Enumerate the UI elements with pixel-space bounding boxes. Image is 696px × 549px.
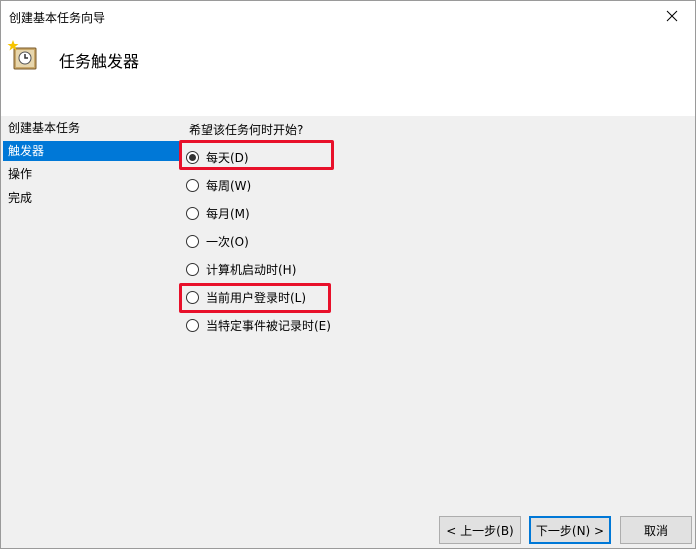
- wizard-window: 创建基本任务向导 任务触发器 创建基本任务 触发器 操作 完成 希望该任务何时开…: [0, 0, 696, 549]
- radio-label: 每月(M): [206, 206, 250, 221]
- close-button[interactable]: [649, 1, 695, 31]
- title-bar: 创建基本任务向导: [1, 1, 695, 31]
- radio-circle: [186, 234, 199, 248]
- radio-label: 一次(O): [206, 234, 249, 249]
- question-label: 希望该任务何时开始?: [189, 123, 304, 137]
- radio-daily[interactable]: 每天(D): [186, 148, 249, 166]
- radio-label: 计算机启动时(H): [206, 262, 297, 277]
- radio-startup[interactable]: 计算机启动时(H): [186, 260, 296, 278]
- radio-label: 每周(W): [206, 178, 252, 193]
- radio-logon[interactable]: 当前用户登录时(L): [186, 288, 306, 306]
- sidebar-item-action[interactable]: 操作: [3, 164, 179, 184]
- next-button[interactable]: 下一步(N) >: [529, 516, 611, 544]
- radio-event[interactable]: 当特定事件被记录时(E): [186, 316, 331, 334]
- button-bar: < 上一步(B) 下一步(N) > 取消: [1, 506, 695, 548]
- radio-circle: [186, 262, 199, 276]
- wizard-header: 任务触发器: [1, 31, 695, 116]
- back-button[interactable]: < 上一步(B): [439, 516, 521, 544]
- close-icon: [666, 10, 678, 22]
- radio-monthly[interactable]: 每月(M): [186, 204, 250, 222]
- sidebar-item-trigger[interactable]: 触发器: [3, 141, 179, 161]
- radio-circle: [186, 318, 199, 332]
- radio-circle: [186, 206, 199, 220]
- radio-label: 当前用户登录时(L): [206, 290, 307, 305]
- radio-dot: [189, 153, 196, 161]
- window-title: 创建基本任务向导: [9, 11, 106, 25]
- radio-circle: [186, 150, 199, 164]
- page-title: 任务触发器: [59, 52, 140, 71]
- sidebar-item-finish[interactable]: 完成: [3, 188, 179, 208]
- task-scheduler-icon: [7, 40, 37, 70]
- radio-once[interactable]: 一次(O): [186, 232, 249, 250]
- radio-circle: [186, 178, 199, 192]
- radio-circle: [186, 290, 199, 304]
- radio-weekly[interactable]: 每周(W): [186, 176, 251, 194]
- radio-label: 当特定事件被记录时(E): [206, 318, 331, 333]
- cancel-button[interactable]: 取消: [620, 516, 692, 544]
- sidebar-item-create-task[interactable]: 创建基本任务: [3, 118, 179, 138]
- radio-label: 每天(D): [206, 150, 249, 165]
